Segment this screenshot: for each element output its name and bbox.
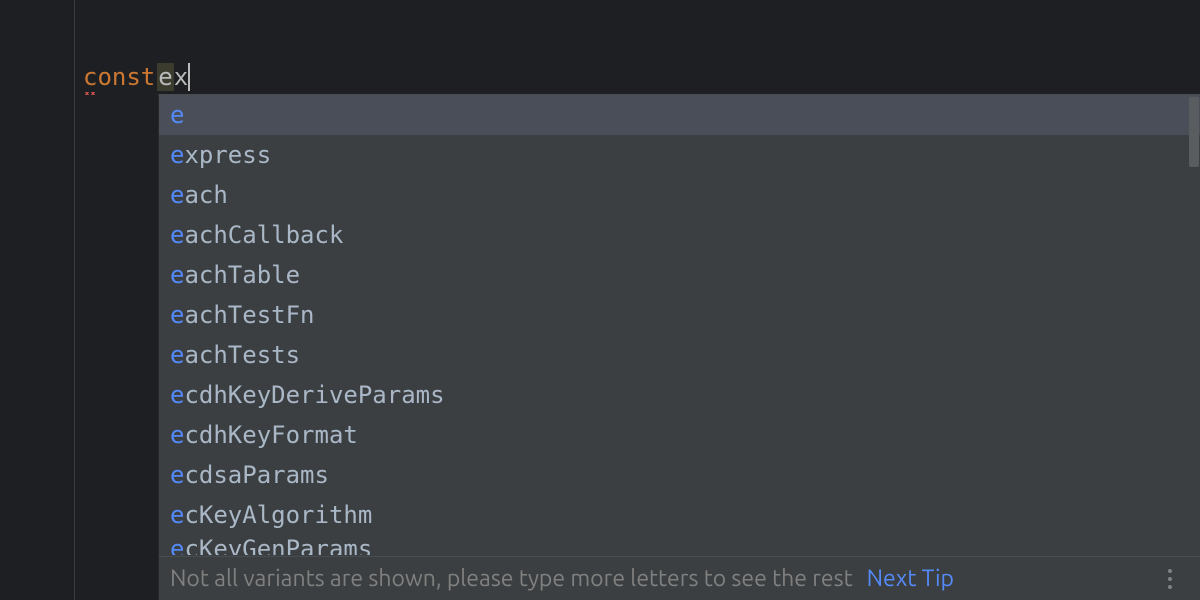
- suggestion-item[interactable]: ecdhKeyDeriveParams: [159, 375, 1200, 415]
- text-cursor: [188, 63, 190, 91]
- suggestion-match: e: [170, 421, 184, 449]
- suggestion-item[interactable]: e: [159, 95, 1200, 135]
- autocomplete-popup: eexpresseacheachCallbackeachTableeachTes…: [158, 94, 1200, 600]
- next-tip-link[interactable]: Next Tip: [867, 566, 954, 591]
- suggestion-item[interactable]: eachCallback: [159, 215, 1200, 255]
- suggestion-list[interactable]: eexpresseacheachCallbackeachTableeachTes…: [159, 95, 1200, 556]
- suggestion-match: e: [170, 501, 184, 529]
- suggestion-match: e: [170, 261, 184, 289]
- suggestion-rest: cdhKeyDeriveParams: [184, 381, 444, 409]
- suggestion-item[interactable]: eachTests: [159, 335, 1200, 375]
- suggestion-rest: achTable: [184, 261, 300, 289]
- suggestion-rest: achCallback: [184, 221, 343, 249]
- typed-text: ex: [157, 60, 188, 94]
- suggestion-item[interactable]: express: [159, 135, 1200, 175]
- suggestion-match: e: [170, 381, 184, 409]
- suggestion-item-partial[interactable]: ecKeyGenParams: [159, 535, 1200, 555]
- suggestion-rest: achTests: [184, 341, 300, 369]
- scrollbar-thumb[interactable]: [1189, 97, 1199, 167]
- error-underline: [84, 92, 96, 95]
- suggestion-item[interactable]: eachTestFn: [159, 295, 1200, 335]
- suggestion-item[interactable]: eachTable: [159, 255, 1200, 295]
- suggestion-rest: cdsaParams: [184, 461, 329, 489]
- keyword-const: const: [83, 60, 155, 94]
- more-options-icon[interactable]: [1164, 565, 1176, 593]
- code-line[interactable]: const ex: [83, 60, 1200, 94]
- scrollbar-track[interactable]: [1189, 95, 1199, 556]
- suggestion-item[interactable]: each: [159, 175, 1200, 215]
- suggestion-rest: ach: [184, 181, 227, 209]
- suggestion-item[interactable]: ecdsaParams: [159, 455, 1200, 495]
- suggestion-item[interactable]: ecKeyAlgorithm: [159, 495, 1200, 535]
- suggestion-rest: cKeyAlgorithm: [184, 501, 372, 529]
- autocomplete-footer: Not all variants are shown, please type …: [159, 556, 1200, 600]
- suggestion-match: e: [170, 141, 184, 169]
- suggestion-rest: cdhKeyFormat: [184, 421, 357, 449]
- suggestion-match: e: [170, 461, 184, 489]
- suggestion-match: e: [170, 221, 184, 249]
- suggestion-match: e: [170, 101, 184, 129]
- suggestion-item[interactable]: ecdhKeyFormat: [159, 415, 1200, 455]
- footer-hint-text: Not all variants are shown, please type …: [170, 566, 853, 591]
- suggestion-match: e: [170, 301, 184, 329]
- editor-gutter: [0, 0, 75, 600]
- suggestion-match: e: [170, 341, 184, 369]
- selection-highlight: e: [157, 63, 173, 91]
- suggestion-rest: achTestFn: [184, 301, 314, 329]
- suggestion-rest: xpress: [184, 141, 271, 169]
- suggestion-match: e: [170, 181, 184, 209]
